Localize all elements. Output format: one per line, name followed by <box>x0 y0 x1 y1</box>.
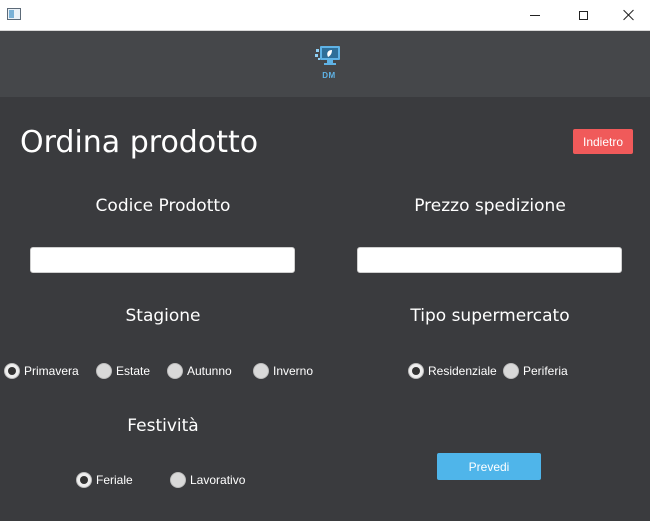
predict-button[interactable]: Prevedi <box>437 453 541 480</box>
radio-label: Estate <box>116 364 151 378</box>
radio-unselected-icon[interactable] <box>253 363 269 379</box>
supermarket-type-label: Tipo supermercato <box>410 306 570 326</box>
shipping-price-input[interactable] <box>357 247 622 273</box>
season-radio-inverno[interactable]: Inverno <box>253 362 313 380</box>
radio-unselected-icon[interactable] <box>503 363 519 379</box>
supermarket-radio-residenziale[interactable]: Residenziale <box>408 362 497 380</box>
radio-label: Inverno <box>273 364 314 378</box>
radio-selected-icon[interactable] <box>76 472 92 488</box>
season-label: Stagione <box>125 306 201 326</box>
product-code-label: Codice Prodotto <box>95 196 231 216</box>
radio-unselected-icon[interactable] <box>96 363 112 379</box>
maximize-icon <box>578 10 588 20</box>
season-radio-primavera[interactable]: Primavera <box>4 362 79 380</box>
page-title: Ordina prodotto <box>20 125 259 160</box>
app-window-icon <box>7 8 21 20</box>
window-titlebar <box>0 0 650 31</box>
radio-label: Primavera <box>24 364 79 378</box>
app-logo: DM <box>308 44 350 82</box>
supermarket-radio-periferia[interactable]: Periferia <box>503 362 568 380</box>
radio-label: Residenziale <box>428 364 497 378</box>
logo-icon <box>315 46 340 65</box>
radio-selected-icon[interactable] <box>4 363 20 379</box>
holiday-radio-feriale[interactable]: Feriale <box>76 471 133 489</box>
radio-label: Feriale <box>96 473 133 487</box>
logo-text: DM <box>322 71 336 80</box>
radio-label: Lavorativo <box>190 473 246 487</box>
radio-unselected-icon[interactable] <box>170 472 186 488</box>
minimize-button[interactable] <box>512 0 558 30</box>
holiday-radio-lavorativo[interactable]: Lavorativo <box>170 471 245 489</box>
radio-label: Autunno <box>187 364 232 378</box>
back-button[interactable]: Indietro <box>573 129 633 154</box>
season-radio-autunno[interactable]: Autunno <box>167 362 232 380</box>
shipping-price-label: Prezzo spedizione <box>414 196 566 216</box>
product-code-input[interactable] <box>30 247 295 273</box>
radio-selected-icon[interactable] <box>408 363 424 379</box>
radio-label: Periferia <box>523 364 568 378</box>
holiday-label: Festività <box>127 416 199 436</box>
maximize-button[interactable] <box>560 0 606 30</box>
close-button[interactable] <box>606 0 650 30</box>
season-radio-estate[interactable]: Estate <box>96 362 150 380</box>
radio-unselected-icon[interactable] <box>167 363 183 379</box>
close-icon <box>623 9 635 21</box>
minimize-icon <box>530 14 540 16</box>
